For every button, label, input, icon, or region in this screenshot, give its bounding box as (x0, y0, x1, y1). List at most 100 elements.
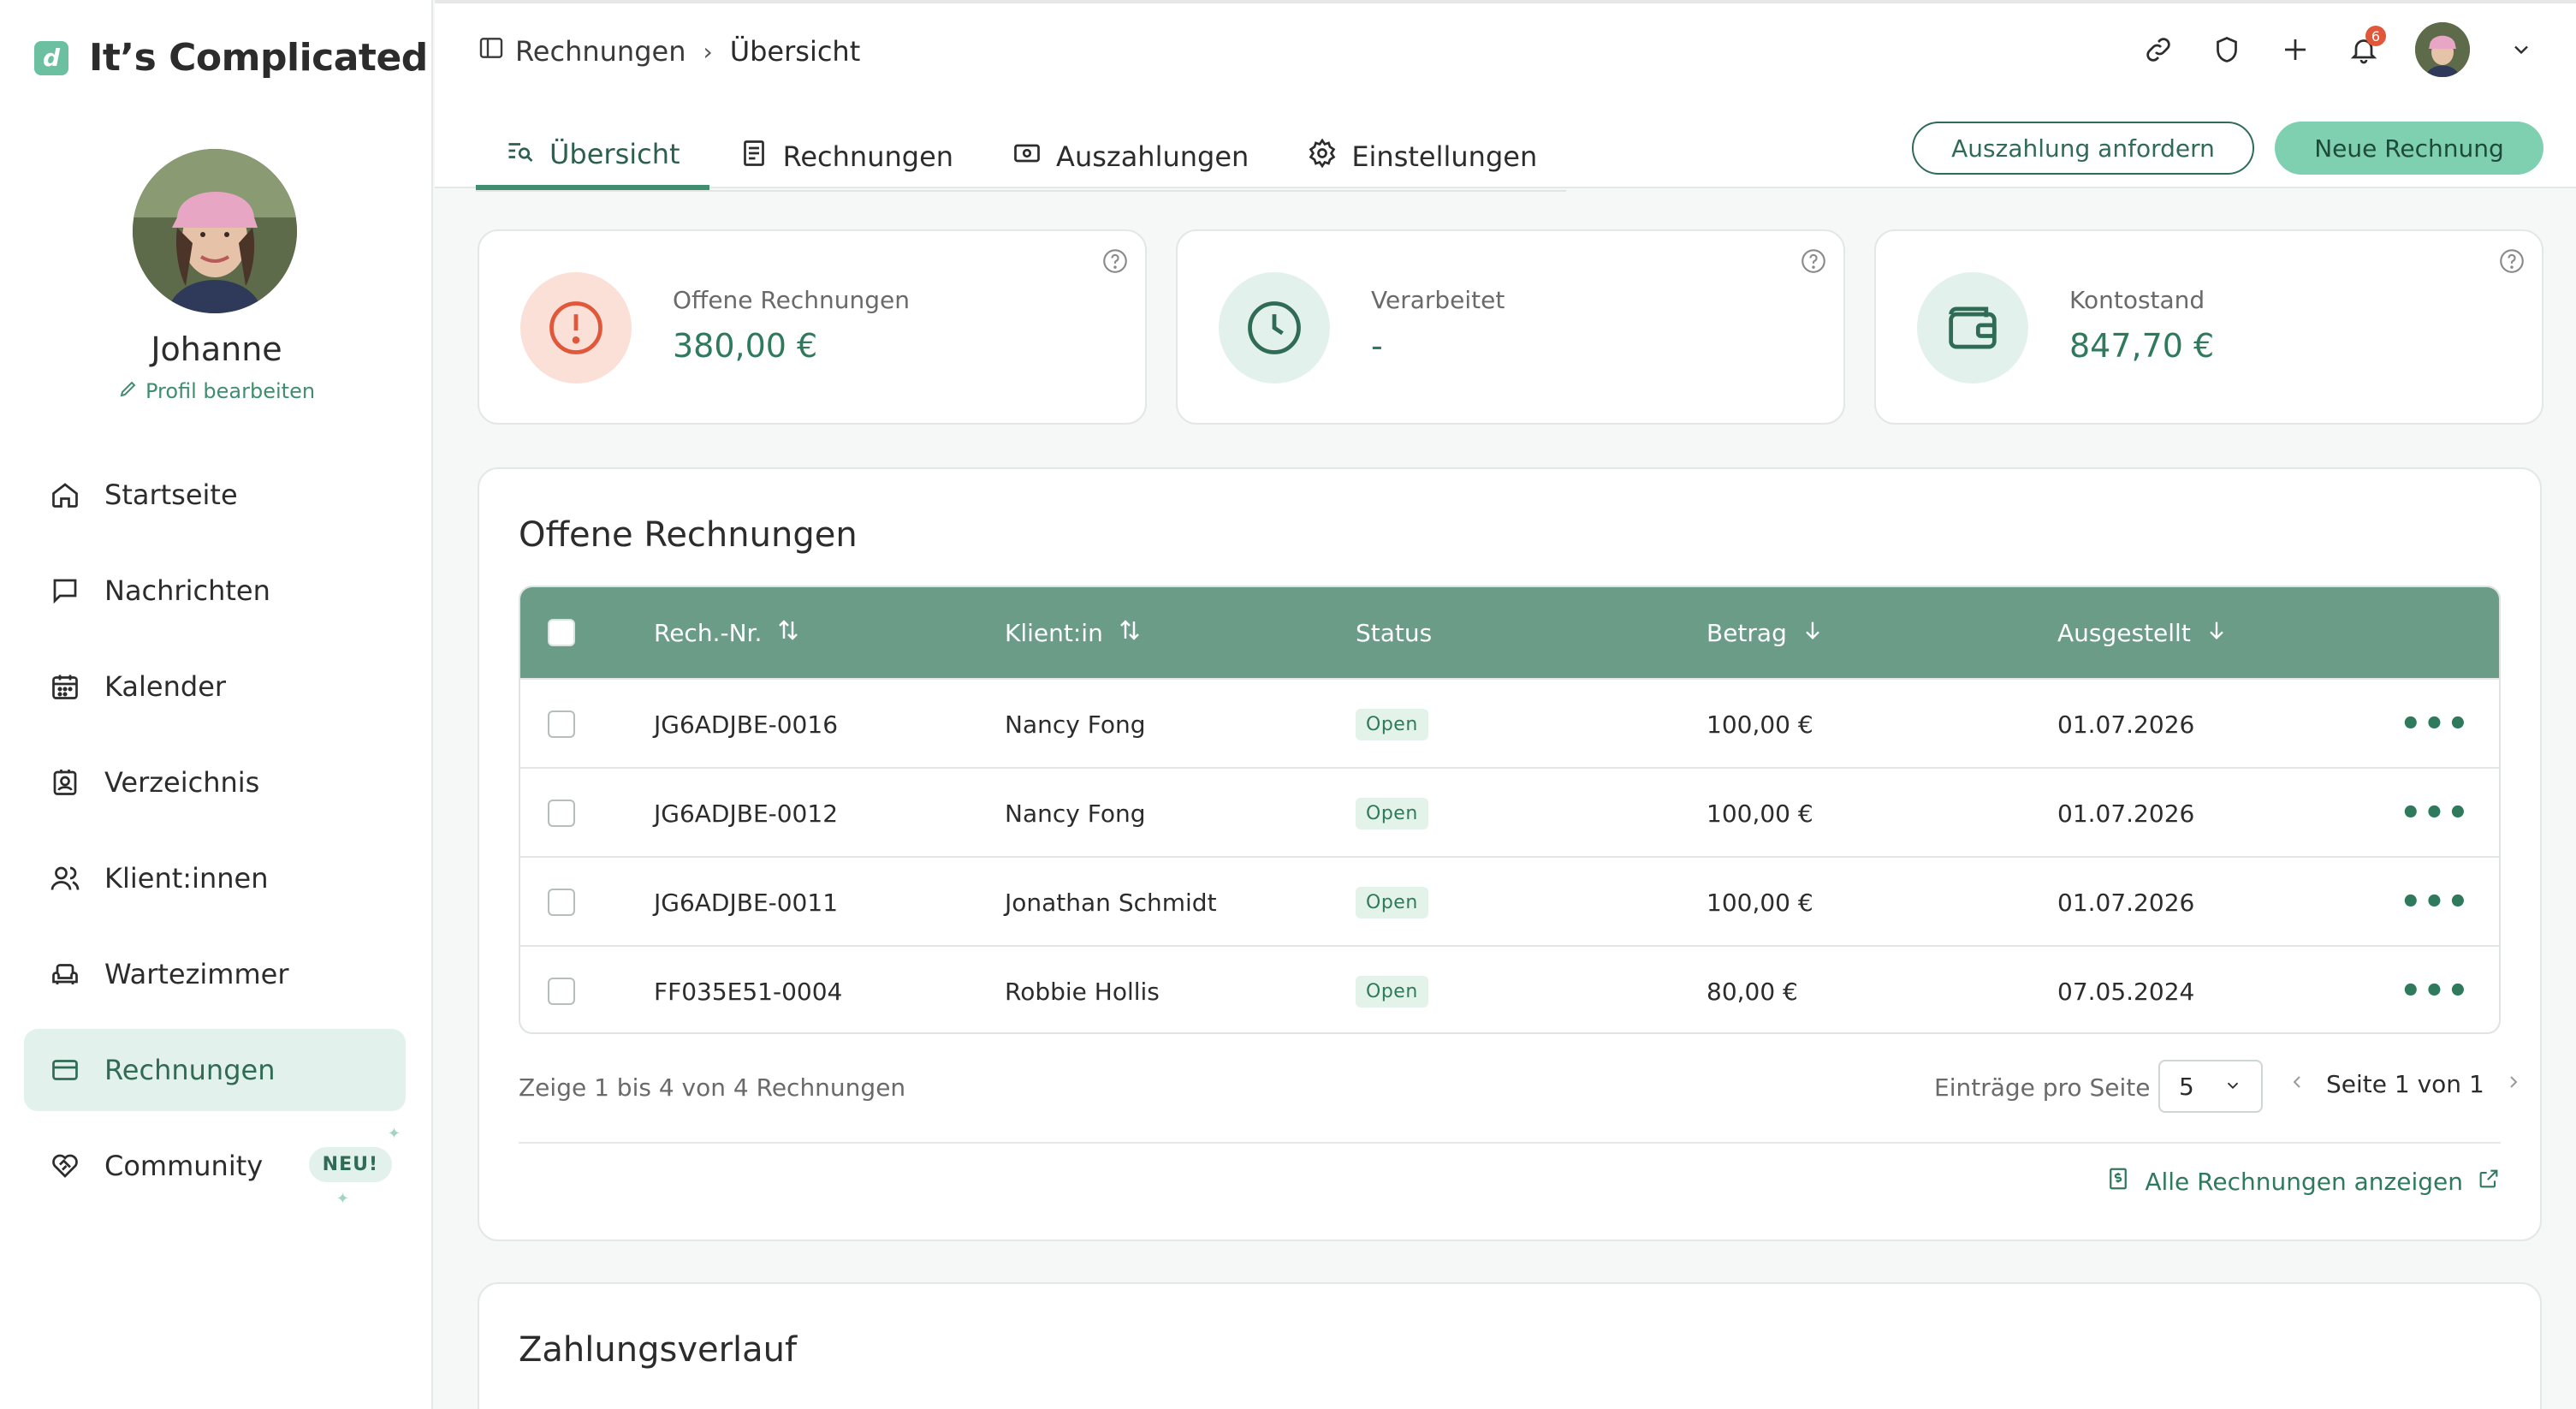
column-label: Status (1356, 618, 1433, 647)
column-header-number[interactable]: Rech.-Nr. (654, 587, 801, 678)
stat-title: Offene Rechnungen (673, 286, 910, 314)
help-icon[interactable] (1101, 247, 1130, 276)
tab-label: Einstellungen (1351, 140, 1538, 173)
stat-value: - (1371, 327, 1383, 365)
status-badge: Open (1356, 886, 1428, 919)
help-icon[interactable] (1799, 247, 1828, 276)
user-avatar[interactable] (2415, 22, 2470, 77)
sidebar-item-startseite[interactable]: Startseite (24, 454, 406, 536)
all-invoices-label: Alle Rechnungen anzeigen (2145, 1168, 2463, 1196)
more-actions-icon[interactable]: ••• (2400, 680, 2471, 769)
tab-label: Übersicht (549, 138, 680, 170)
banknote-icon (1012, 138, 1042, 175)
sidebar-item-community[interactable]: Community NEU! ✦ ✦ (24, 1125, 406, 1208)
document-icon (739, 138, 769, 175)
sidebar-item-label: Rechnungen (104, 1054, 276, 1086)
more-actions-icon[interactable]: ••• (2400, 947, 2471, 1032)
edit-profile-label: Profil bearbeiten (145, 379, 316, 403)
external-link-icon (2477, 1167, 2501, 1197)
clock-icon (1219, 272, 1330, 383)
sidebar-item-kalender[interactable]: Kalender (24, 645, 406, 728)
invoice-number: FF035E51-0004 (654, 977, 843, 1006)
status-badge: Open (1356, 708, 1428, 740)
chevron-left-icon[interactable] (2287, 1070, 2307, 1098)
column-header-amount[interactable]: Betrag (1706, 587, 1825, 678)
armchair-icon (48, 957, 82, 991)
sidebar-toggle-icon[interactable] (478, 34, 505, 68)
table-row[interactable]: JG6ADJBE-0016 Nancy Fong Open 100,00 € 0… (520, 678, 2499, 767)
sidebar-item-rechnungen[interactable]: Rechnungen (24, 1029, 406, 1111)
row-checkbox[interactable] (548, 680, 575, 769)
arrow-down-icon (2205, 618, 2229, 648)
tab-label: Rechnungen (782, 140, 954, 173)
per-page-select[interactable]: 5 (2158, 1060, 2263, 1113)
stat-title: Kontostand (2069, 286, 2205, 314)
directory-icon (48, 765, 82, 800)
arrow-down-icon (1801, 618, 1825, 648)
new-invoice-button[interactable]: Neue Rechnung (2275, 122, 2543, 175)
column-header-client[interactable]: Klient:in (1005, 587, 1143, 678)
sidebar-item-verzeichnis[interactable]: Verzeichnis (24, 741, 406, 823)
chevron-right-icon[interactable] (2503, 1070, 2524, 1098)
select-all-checkbox[interactable] (548, 587, 575, 678)
stat-value: 847,70 € (2069, 327, 2215, 365)
payout-request-button[interactable]: Auszahlung anfordern (1912, 122, 2254, 175)
sidebar-item-label: Nachrichten (104, 574, 270, 607)
sidebar-item-wartezimmer[interactable]: Wartezimmer (24, 933, 406, 1015)
tab-bar: Übersicht Rechnungen Auszahlungen Einste… (476, 123, 1567, 192)
client-name: Nancy Fong (1005, 710, 1146, 739)
users-icon (48, 861, 82, 895)
new-badge: NEU! (308, 1147, 392, 1182)
column-label: Rech.-Nr. (654, 618, 763, 647)
table-row[interactable]: JG6ADJBE-0011 Jonathan Schmidt Open 100,… (520, 856, 2499, 945)
tab-rechnungen[interactable]: Rechnungen (709, 123, 982, 190)
row-checkbox[interactable] (548, 947, 575, 1032)
more-actions-icon[interactable]: ••• (2400, 858, 2471, 947)
page-indicator: Seite 1 von 1 (2326, 1070, 2484, 1098)
sidebar-item-klientinnen[interactable]: Klient:innen (24, 837, 406, 919)
pagination: Seite 1 von 1 (2287, 1070, 2524, 1098)
edit-profile-link[interactable]: Profil bearbeiten (0, 378, 433, 404)
tab-auszahlungen[interactable]: Auszahlungen (982, 123, 1278, 190)
column-header-status: Status (1356, 587, 1432, 678)
row-checkbox[interactable] (548, 769, 575, 858)
sidebar-item-nachrichten[interactable]: Nachrichten (24, 550, 406, 632)
shield-icon[interactable] (2210, 33, 2244, 67)
app-name: It’s Complicated (89, 36, 428, 80)
more-actions-icon[interactable]: ••• (2400, 769, 2471, 858)
sidebar-item-label: Wartezimmer (104, 958, 289, 990)
home-icon (48, 478, 82, 512)
breadcrumb-parent[interactable]: Rechnungen (515, 35, 686, 68)
open-invoices-panel: Offene Rechnungen Rech.-Nr. Klient:in St… (478, 467, 2542, 1241)
all-invoices-link[interactable]: Alle Rechnungen anzeigen (2105, 1166, 2501, 1198)
column-label: Klient:in (1005, 618, 1103, 647)
invoice-date: 01.07.2026 (2057, 799, 2195, 828)
tab-einstellungen[interactable]: Einstellungen (1278, 123, 1566, 190)
profile-name: Johanne (151, 330, 282, 368)
invoice-amount: 100,00 € (1706, 888, 1813, 917)
sparkle-icon: ✦ (335, 1190, 349, 1208)
client-name: Nancy Fong (1005, 799, 1146, 828)
section-title: Offene Rechnungen (519, 515, 858, 555)
breadcrumb: Rechnungen › Übersicht (478, 34, 860, 68)
app-logo[interactable]: d It’s Complicated (34, 36, 428, 80)
client-name: Robbie Hollis (1005, 977, 1160, 1006)
table-row[interactable]: JG6ADJBE-0012 Nancy Fong Open 100,00 € 0… (520, 767, 2499, 856)
plus-icon[interactable] (2278, 33, 2312, 67)
help-icon[interactable] (2497, 247, 2526, 276)
table-row[interactable]: FF035E51-0004 Robbie Hollis Open 80,00 €… (520, 945, 2499, 1032)
invoice-date: 07.05.2024 (2057, 977, 2195, 1006)
tab-uebersicht[interactable]: Übersicht (476, 123, 709, 190)
sort-both-icon (1117, 617, 1143, 649)
stat-card-balance: Kontostand 847,70 € (1874, 229, 2543, 425)
calendar-icon (48, 669, 82, 704)
breadcrumb-current: Übersicht (729, 35, 861, 68)
link-icon[interactable] (2141, 33, 2175, 67)
chevron-down-icon[interactable] (2504, 33, 2538, 67)
chevron-down-icon (2223, 1073, 2242, 1101)
row-checkbox[interactable] (548, 858, 575, 947)
column-header-issued[interactable]: Ausgestellt (2057, 587, 2229, 678)
column-label: Betrag (1706, 618, 1787, 647)
bell-icon[interactable]: 6 (2347, 26, 2386, 67)
profile-avatar[interactable] (133, 149, 297, 313)
